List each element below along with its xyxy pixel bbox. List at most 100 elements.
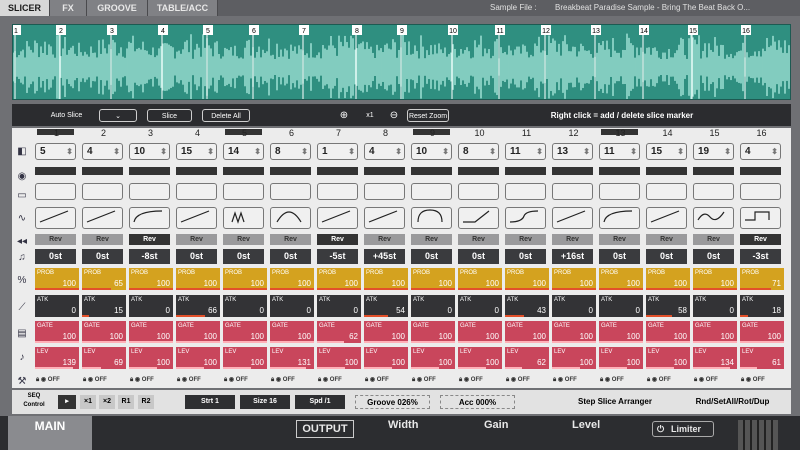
loop-mode-box[interactable] [82,183,123,200]
main-tab[interactable]: MAIN [8,416,92,450]
slice-number-spinner[interactable]: 13 [552,143,593,160]
envelope-shape[interactable] [646,207,687,229]
reverse-toggle[interactable]: Rev [35,234,76,245]
gate-control[interactable]: GATE 100 [270,321,314,343]
prob-control[interactable]: PROB 100 [505,268,549,290]
column-number[interactable]: 5 [221,128,268,138]
envelope-shape[interactable] [223,207,264,229]
loop-mode-box[interactable] [176,183,217,200]
speed-select[interactable]: Spd /1 [295,395,345,409]
groove-amount[interactable]: Groove 026% [355,395,430,409]
loop-mode-box[interactable] [599,183,640,200]
level-control[interactable]: LEV 100 [317,347,361,369]
semitone-value[interactable]: 0st [505,249,546,264]
envelope-shape[interactable] [505,207,546,229]
step-slice-arranger[interactable]: Step Slice Arranger [560,395,670,409]
semitone-value[interactable]: 0st [223,249,264,264]
gate-control[interactable]: GATE 62 [317,321,361,343]
envelope-shape[interactable] [552,207,593,229]
level-control[interactable]: LEV 100 [411,347,455,369]
envelope-shape[interactable] [270,207,311,229]
gate-control[interactable]: GATE 100 [35,321,79,343]
attack-control[interactable]: ATK 18 [740,295,784,317]
zoom-in-icon[interactable]: ⊕ [337,109,351,122]
reverse-toggle[interactable]: Rev [411,234,452,245]
column-number[interactable]: 4 [174,128,221,138]
envelope-shape[interactable] [458,207,499,229]
envelope-shape[interactable] [82,207,123,229]
level-control[interactable]: LEV 131 [270,347,314,369]
loop-mode-box[interactable] [364,183,405,200]
column-number[interactable]: 14 [644,128,691,138]
column-number[interactable]: 16 [738,128,785,138]
reverse-toggle[interactable]: Rev [505,234,546,245]
column-number[interactable]: 9 [409,128,456,138]
prob-control[interactable]: PROB 100 [129,268,173,290]
delete-all-button[interactable]: Delete All [202,109,250,122]
semitone-value[interactable]: -3st [740,249,781,264]
reverse-toggle[interactable]: Rev [176,234,217,245]
column-number[interactable]: 3 [127,128,174,138]
slice-number-spinner[interactable]: 11 [599,143,640,160]
lock-toggle[interactable]: 🔒︎ ◉ OFF [647,375,688,386]
reverse-toggle[interactable]: Rev [552,234,593,245]
semitone-value[interactable]: 0st [411,249,452,264]
attack-control[interactable]: ATK 66 [176,295,220,317]
envelope-shape[interactable] [317,207,358,229]
slice-number-spinner[interactable]: 14 [223,143,264,160]
tab-slicer[interactable]: SLICER [0,0,50,16]
lock-toggle[interactable]: 🔒︎ ◉ OFF [600,375,641,386]
level-control[interactable]: LEV 69 [82,347,126,369]
prob-control[interactable]: PROB 100 [458,268,502,290]
slice-number-spinner[interactable]: 8 [458,143,499,160]
slice-number-spinner[interactable]: 4 [740,143,781,160]
slice-number-spinner[interactable]: 4 [364,143,405,160]
column-number[interactable]: 1 [33,128,80,138]
lock-toggle[interactable]: 🔒︎ ◉ OFF [177,375,218,386]
slice-number-spinner[interactable]: 4 [82,143,123,160]
slice-number-spinner[interactable]: 19 [693,143,734,160]
reverse-toggle[interactable]: Rev [317,234,358,245]
attack-control[interactable]: ATK 0 [223,295,267,317]
gate-control[interactable]: GATE 100 [82,321,126,343]
lock-toggle[interactable]: 🔒︎ ◉ OFF [694,375,735,386]
reverse-toggle[interactable]: Rev [599,234,640,245]
attack-control[interactable]: ATK 0 [458,295,502,317]
loop-mode-box[interactable] [223,183,264,200]
slice-number-spinner[interactable]: 10 [129,143,170,160]
semitone-value[interactable]: +45st [364,249,405,264]
attack-control[interactable]: ATK 0 [693,295,737,317]
attack-control[interactable]: ATK 0 [599,295,643,317]
sample-file-name[interactable]: Breakbeat Paradise Sample - Bring The Be… [555,3,780,12]
column-number[interactable]: 12 [550,128,597,138]
waveform-display[interactable]: 1 2 3 4 5 6 7 8 9 10 11 12 13 14 15 16 [12,24,791,100]
reverse-toggle[interactable]: Rev [646,234,687,245]
lock-toggle[interactable]: 🔒︎ ◉ OFF [224,375,265,386]
loop-mode-box[interactable] [458,183,499,200]
limiter-button[interactable]: ⏻ Limiter [652,421,714,437]
attack-control[interactable]: ATK 0 [411,295,455,317]
slice-number-spinner[interactable]: 8 [270,143,311,160]
seq-btn-x2[interactable]: ×2 [99,395,115,409]
seq-btn-r1[interactable]: R1 [118,395,134,409]
loop-mode-box[interactable] [129,183,170,200]
loop-mode-box[interactable] [646,183,687,200]
loop-mode-box[interactable] [505,183,546,200]
attack-control[interactable]: ATK 15 [82,295,126,317]
semitone-value[interactable]: +16st [552,249,593,264]
semitone-value[interactable]: 0st [693,249,734,264]
envelope-shape[interactable] [35,207,76,229]
envelope-shape[interactable] [599,207,640,229]
reverse-toggle[interactable]: Rev [82,234,123,245]
column-number[interactable]: 8 [362,128,409,138]
loop-mode-box[interactable] [693,183,734,200]
gate-control[interactable]: GATE 100 [599,321,643,343]
level-control[interactable]: LEV 62 [505,347,549,369]
level-control[interactable]: LEV 100 [599,347,643,369]
attack-control[interactable]: ATK 0 [317,295,361,317]
level-control[interactable]: LEV 100 [552,347,596,369]
reverse-toggle[interactable]: Rev [458,234,499,245]
level-control[interactable]: LEV 100 [646,347,690,369]
attack-control[interactable]: ATK 54 [364,295,408,317]
reverse-toggle[interactable]: Rev [129,234,170,245]
